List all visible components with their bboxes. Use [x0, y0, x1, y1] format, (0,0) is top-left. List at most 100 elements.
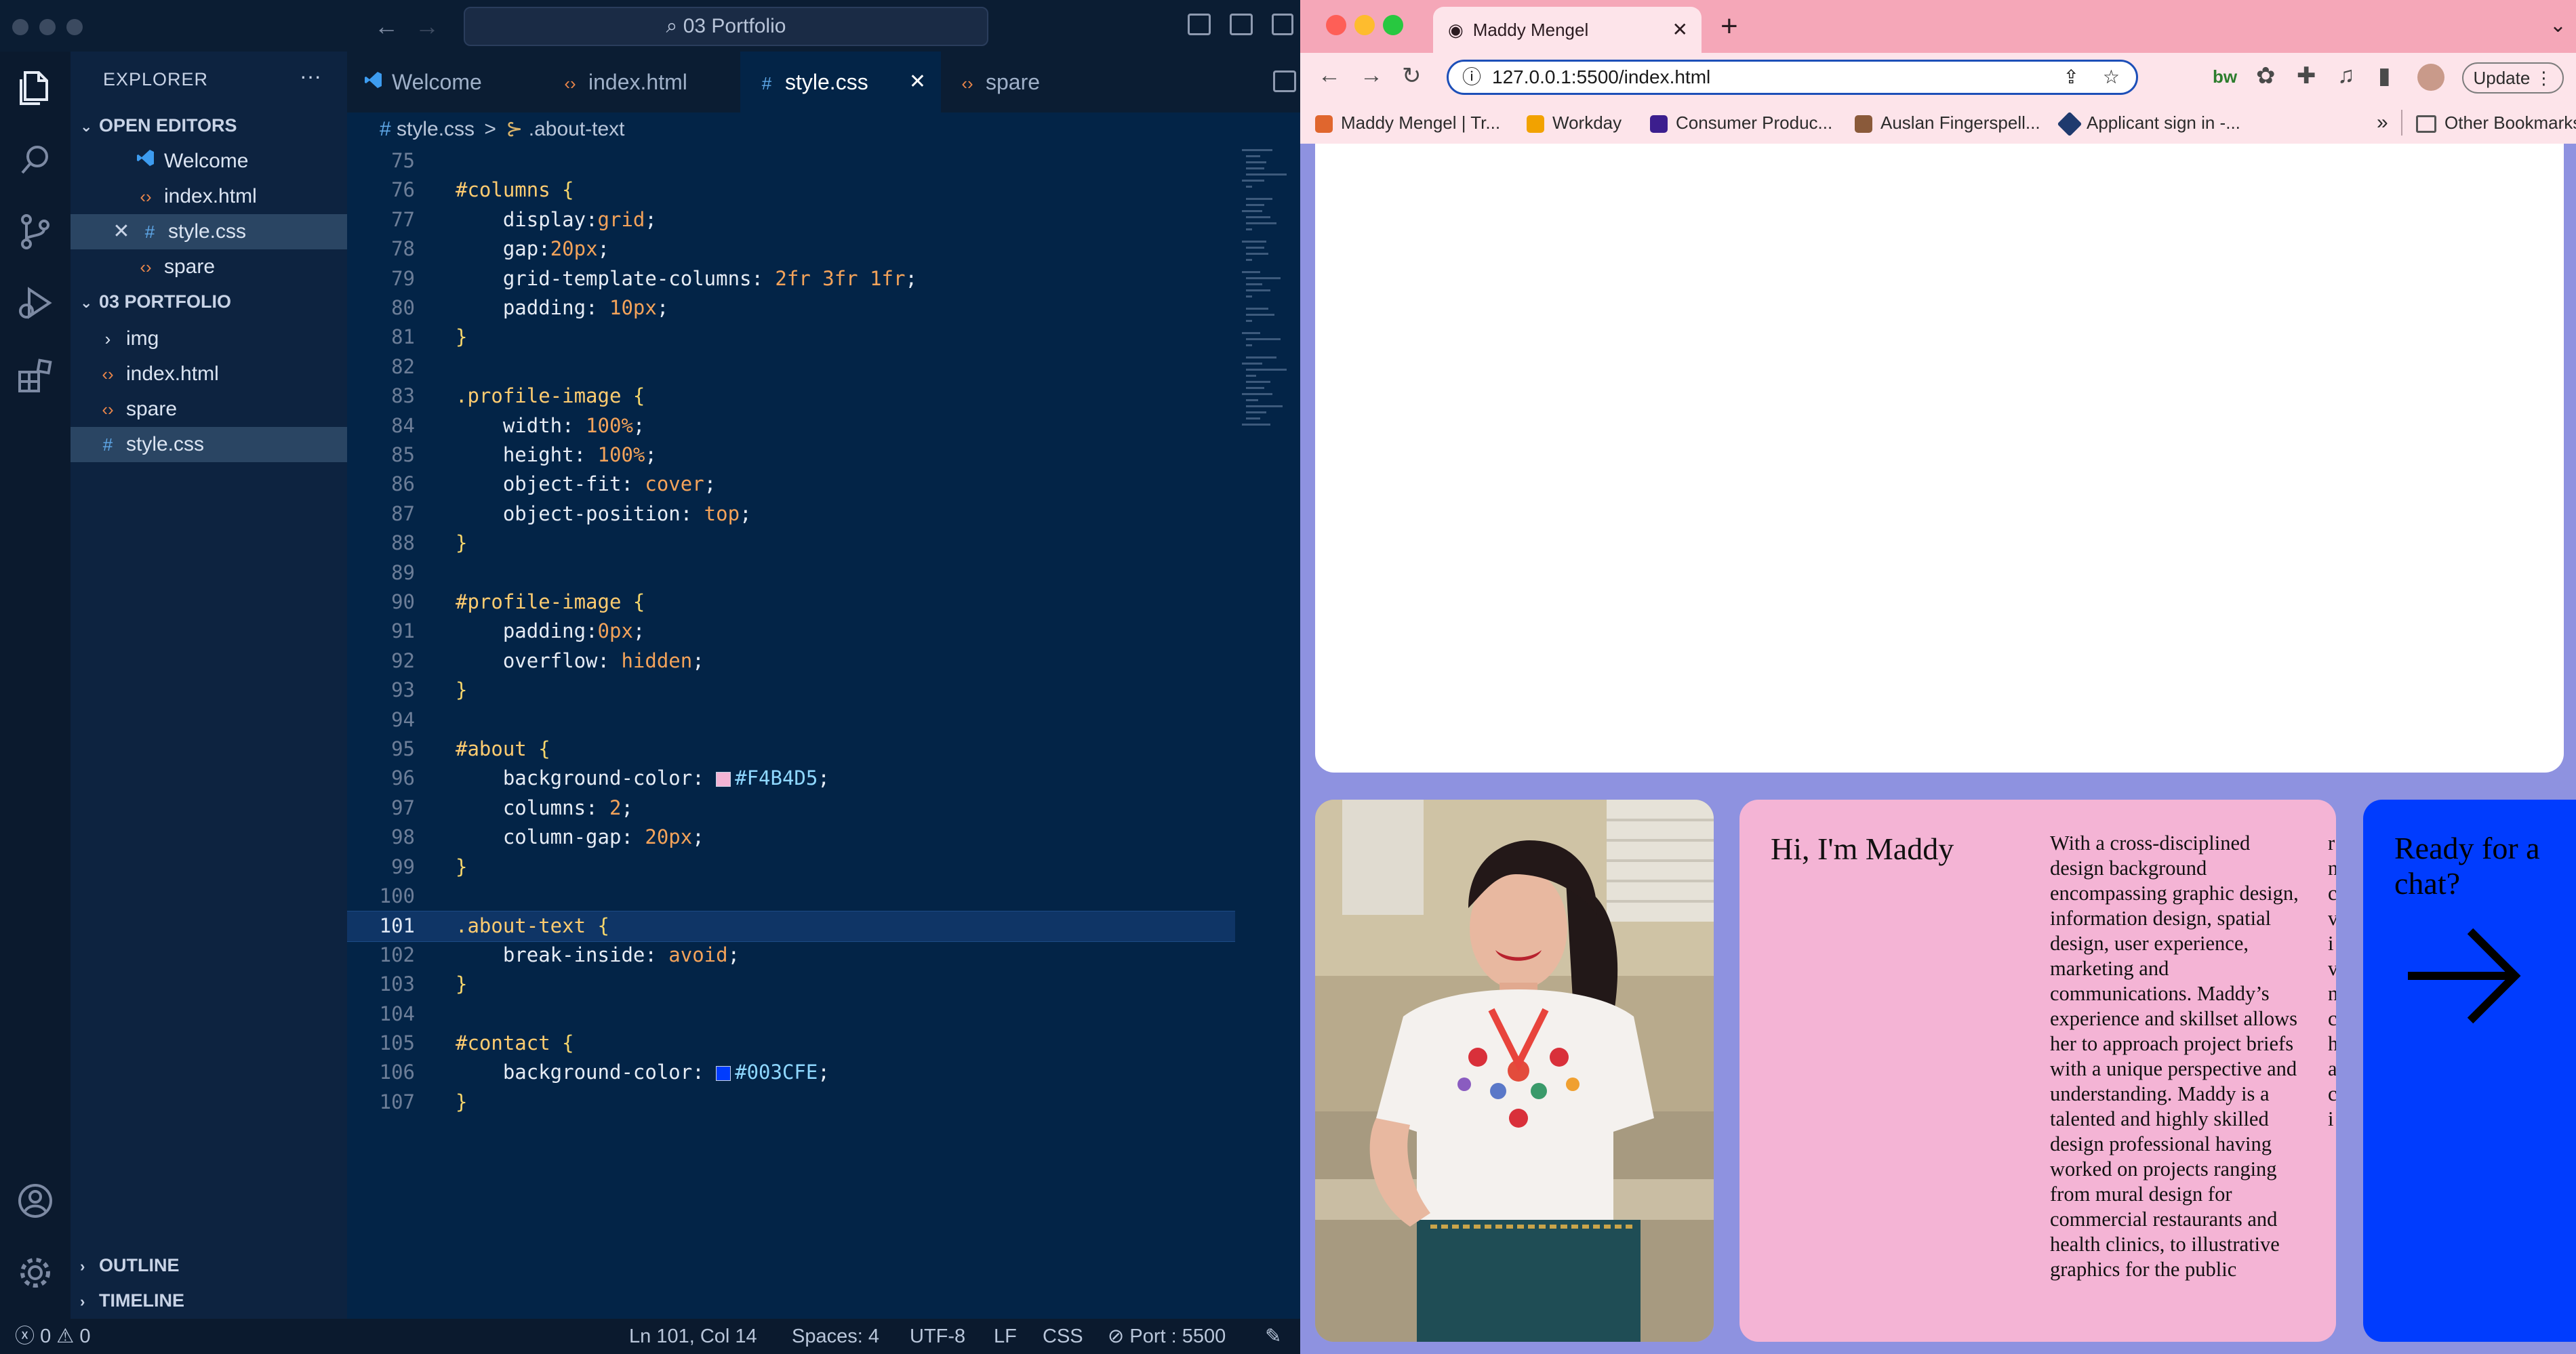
cursor-position[interactable]: Ln 101, Col 14 [629, 1319, 757, 1354]
source-control-icon[interactable] [15, 211, 56, 252]
extensions-icon[interactable] [15, 355, 56, 396]
code-line[interactable]: 106 background-color: #003CFE; [347, 1058, 1235, 1087]
webpage-viewport[interactable]: Hi, I'm Maddy With a cross-disciplined d… [1300, 144, 2576, 1354]
code-line[interactable]: 92 overflow: hidden; [347, 647, 1235, 676]
live-server-status[interactable]: ⊘ Port : 5500 [1108, 1319, 1226, 1354]
toggle-secondary-sidebar-icon[interactable] [1272, 14, 1293, 35]
code-line[interactable]: 82 [347, 352, 1235, 382]
window-close-button[interactable] [12, 19, 28, 35]
split-editor-icon[interactable] [1273, 70, 1296, 92]
code-line[interactable]: 94 [347, 705, 1235, 735]
code-line[interactable]: 102 break-inside: avoid; [347, 941, 1235, 970]
code-line[interactable]: 81} [347, 323, 1235, 352]
open-editor-spare[interactable]: ‹› spare [71, 249, 347, 285]
profile-avatar[interactable] [2417, 64, 2444, 91]
go-back-icon[interactable]: ← [374, 12, 399, 41]
code-line[interactable]: 86 object-fit: cover; [347, 470, 1235, 499]
code-line[interactable]: 98 column-gap: 20px; [347, 823, 1235, 852]
open-editors-header[interactable]: ⌄ OPEN EDITORS [71, 110, 347, 141]
forward-icon[interactable]: → [1360, 62, 1383, 89]
code-line[interactable]: 85 height: 100%; [347, 440, 1235, 470]
breadcrumb-symbol[interactable]: .about-text [529, 118, 625, 140]
code-line[interactable]: 89 [347, 558, 1235, 588]
back-icon[interactable]: ← [1318, 62, 1341, 89]
indentation-status[interactable]: Spaces: 4 [792, 1319, 879, 1354]
minimap[interactable] [1241, 146, 1292, 445]
code-line[interactable]: 78 gap:20px; [347, 234, 1235, 264]
bookmark-item[interactable]: Auslan Fingerspell... [1855, 102, 2040, 144]
accounts-icon[interactable] [15, 1181, 56, 1221]
code-line[interactable]: 103} [347, 970, 1235, 999]
code-line[interactable]: 76 #columns { [347, 176, 1235, 205]
more-bookmarks-icon[interactable]: » [2377, 102, 2388, 144]
code-line[interactable]: 91 padding:0px; [347, 617, 1235, 646]
code-line[interactable]: 95 #about { [347, 735, 1235, 764]
folder-header[interactable]: ⌄ 03 PORTFOLIO [71, 286, 347, 317]
search-icon[interactable] [15, 140, 56, 180]
extension-bw-icon[interactable]: bw [2213, 66, 2237, 87]
outline-header[interactable]: › OUTLINE [71, 1250, 347, 1281]
feedback-icon[interactable]: ✎ [1265, 1319, 1281, 1354]
breadcrumb-file[interactable]: style.css [397, 118, 475, 140]
tab-welcome[interactable]: Welcome [347, 52, 544, 112]
timeline-header[interactable]: › TIMELINE [71, 1285, 347, 1316]
toggle-panel-icon[interactable] [1230, 14, 1253, 35]
tab-style-css[interactable]: # style.css ✕ [740, 52, 941, 112]
code-line[interactable]: 79 grid-template-columns: 2fr 3fr 1fr; [347, 264, 1235, 293]
update-button[interactable]: Update ⋮ [2462, 62, 2564, 94]
open-editor-index-html[interactable]: ‹› index.html [71, 179, 347, 214]
code-line[interactable]: 77 display:grid; [347, 205, 1235, 234]
other-bookmarks-folder[interactable]: Other Bookmarks [2416, 102, 2576, 144]
file-tree-item-style-css[interactable]: # style.css [71, 427, 347, 462]
new-tab-icon[interactable]: + [1720, 9, 1738, 43]
code-line[interactable]: 100 [347, 882, 1235, 911]
language-mode-status[interactable]: CSS [1043, 1319, 1083, 1354]
code-line[interactable]: 104 [347, 1000, 1235, 1029]
code-line[interactable]: 97 columns: 2; [347, 794, 1235, 823]
tab-search-icon[interactable]: ⌄ [2550, 14, 2567, 37]
code-line[interactable]: 83 .profile-image { [347, 382, 1235, 411]
bookmark-item[interactable]: Maddy Mengel | Tr... [1315, 102, 1500, 144]
bookmark-item[interactable]: Workday [1527, 102, 1622, 144]
eol-status[interactable]: LF [994, 1319, 1017, 1354]
code-line[interactable]: 84 width: 100%; [347, 411, 1235, 440]
address-bar[interactable]: ⓘ 127.0.0.1:5500/index.html ⇪ ☆ [1447, 60, 2138, 95]
media-control-icon[interactable]: ♫ [2337, 62, 2355, 89]
extensions-puzzle-icon[interactable]: ✚ [2297, 62, 2316, 89]
run-and-debug-icon[interactable] [15, 283, 56, 324]
site-info-icon[interactable]: ⓘ [1462, 66, 1481, 87]
window-zoom-button[interactable] [1383, 15, 1403, 35]
bookmark-item[interactable]: Applicant sign in -... [2057, 102, 2240, 144]
explorer-files-icon[interactable] [15, 68, 56, 108]
file-tree-item-index-html[interactable]: ‹› index.html [71, 356, 347, 392]
more-actions-icon[interactable]: ··· [300, 64, 321, 89]
problems-status[interactable]: ⓧ 0 ⚠ 0 [15, 1319, 90, 1354]
close-icon[interactable]: ✕ [111, 214, 132, 249]
toggle-primary-sidebar-icon[interactable] [1188, 14, 1211, 35]
close-tab-icon[interactable]: ✕ [909, 52, 926, 112]
extension-color-icon[interactable]: ✿ [2256, 62, 2276, 89]
code-line[interactable]: 90 #profile-image { [347, 588, 1235, 617]
bookmark-item[interactable]: Consumer Produc... [1650, 102, 1832, 144]
side-panel-icon[interactable]: ▮ [2378, 62, 2391, 89]
code-line[interactable]: 107} [347, 1088, 1235, 1117]
code-line[interactable]: 87 object-position: top; [347, 499, 1235, 529]
file-tree-item-spare[interactable]: ‹› spare [71, 392, 347, 427]
file-tree-item-img[interactable]: › img [71, 321, 347, 356]
arrow-right-icon[interactable] [2408, 926, 2523, 1026]
code-line[interactable]: 80 padding: 10px; [347, 293, 1235, 323]
tab-index-html[interactable]: ‹› index.html [544, 52, 740, 112]
window-zoom-button[interactable] [66, 19, 83, 35]
code-line[interactable]: 96 background-color: #F4B4D5; [347, 764, 1235, 793]
reload-icon[interactable]: ↻ [1402, 62, 1422, 89]
go-forward-icon[interactable]: → [415, 12, 439, 41]
window-minimize-button[interactable] [1354, 15, 1375, 35]
open-editor-style-css[interactable]: ✕ # style.css [71, 214, 347, 249]
tab-spare[interactable]: ‹› spare [941, 52, 1138, 112]
bookmark-star-icon[interactable]: ☆ [2103, 62, 2120, 93]
code-line[interactable]: 105 #contact { [347, 1029, 1235, 1058]
window-close-button[interactable] [1326, 15, 1346, 35]
window-minimize-button[interactable] [39, 19, 56, 35]
code-editor[interactable]: 75 76 #columns {77 display:grid; 78 gap:20p… [347, 146, 1249, 1319]
browser-tab-active[interactable]: ◉ Maddy Mengel ✕ [1433, 7, 1702, 53]
